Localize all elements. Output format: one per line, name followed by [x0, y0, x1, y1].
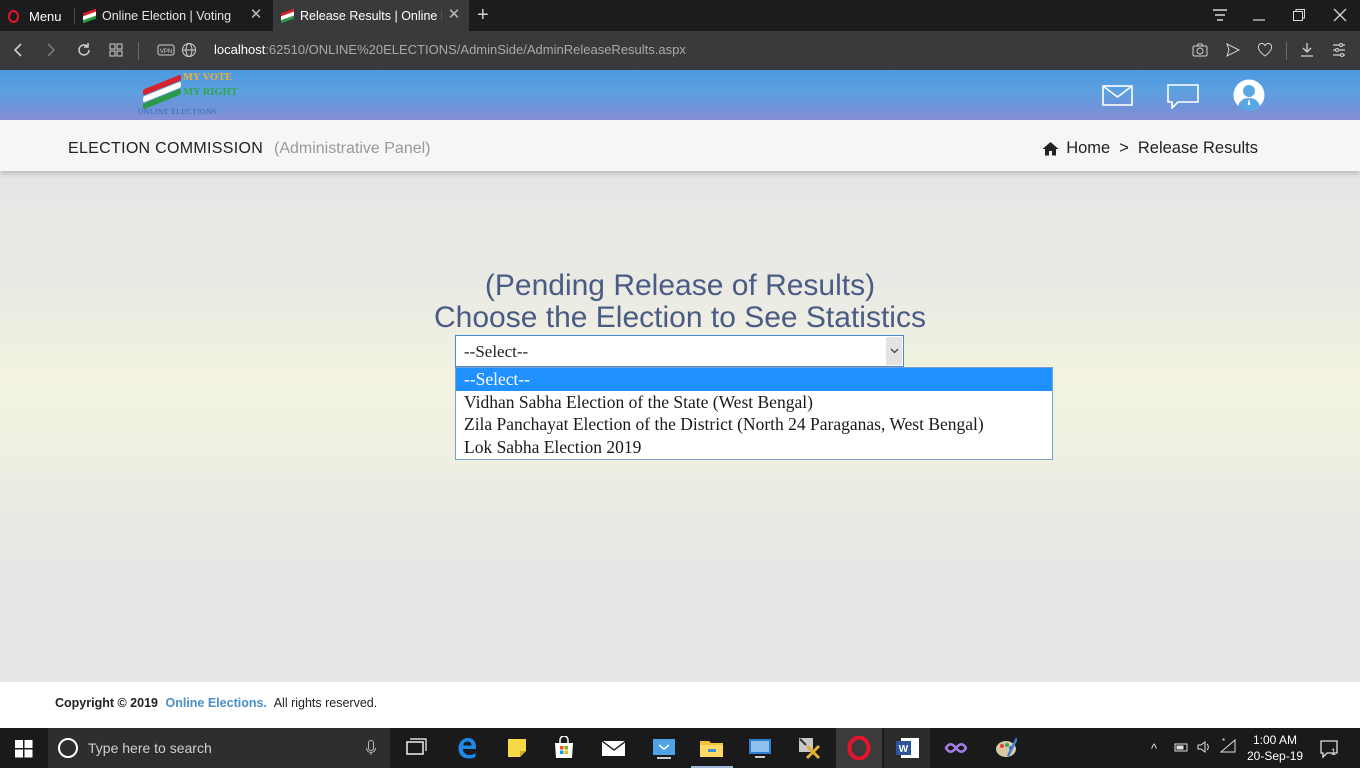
restore-icon[interactable]	[1292, 8, 1306, 22]
close-tab-icon[interactable]: ✕	[447, 7, 461, 22]
taskbar-search-box[interactable]: Type here to search	[48, 728, 390, 768]
sticky-notes-icon[interactable]	[505, 736, 529, 760]
address-bar: VPN localhost:62510/ONLINE%20ELECTIONS/A…	[0, 31, 1360, 70]
breadcrumb-bar: ELECTION COMMISSION (Administrative Pane…	[0, 120, 1360, 171]
paint-icon[interactable]	[993, 736, 1017, 760]
election-dropdown-list: --Select-- Vidhan Sabha Election of the …	[455, 367, 1053, 460]
url-field[interactable]: localhost:62510/ONLINE%20ELECTIONS/Admin…	[214, 42, 686, 57]
logo-line1: MY VOTE	[183, 72, 233, 83]
snapshot-icon[interactable]	[1192, 42, 1208, 58]
clock-time: 1:00 AM	[1253, 733, 1298, 747]
svg-text:W: W	[899, 744, 909, 755]
logo-line3: ONLINE ELECTIONS	[138, 107, 217, 116]
globe-icon	[182, 43, 196, 57]
vpn-icon[interactable]: VPN	[157, 44, 175, 56]
opera-logo-icon	[8, 9, 19, 23]
notification-count-badge: 1	[1331, 747, 1337, 757]
back-icon[interactable]	[12, 42, 24, 58]
rights-text: All rights reserved.	[273, 696, 378, 710]
flag-favicon-icon	[83, 8, 96, 23]
wifi-icon[interactable]: *	[1219, 738, 1239, 754]
task-view-icon[interactable]	[404, 736, 428, 760]
election-select[interactable]: --Select--	[455, 335, 904, 367]
close-window-icon[interactable]	[1333, 8, 1347, 22]
edge-icon[interactable]	[455, 736, 479, 760]
pending-heading: (Pending Release of Results)	[484, 269, 876, 302]
taskbar-clock[interactable]: 1:00 AM 20-Sep-19	[1247, 732, 1303, 764]
svg-text:*: *	[1222, 738, 1225, 746]
microphone-icon[interactable]	[366, 740, 376, 756]
menu-label: Menu	[29, 8, 62, 24]
remote-desktop-icon[interactable]	[747, 736, 771, 760]
taskbar-search-placeholder: Type here to search	[88, 740, 212, 756]
easy-setup-icon[interactable]	[1332, 42, 1346, 58]
battery-icon[interactable]	[1173, 740, 1189, 754]
notifications-icon[interactable]	[1319, 739, 1341, 759]
store-icon[interactable]	[552, 736, 576, 760]
election-option[interactable]: Vidhan Sabha Election of the State (West…	[456, 391, 1052, 414]
chevron-up-icon[interactable]: ^	[1151, 741, 1157, 756]
reload-icon[interactable]	[76, 42, 92, 58]
new-tab-icon[interactable]: +	[477, 4, 489, 27]
breadcrumb-separator: >	[1119, 139, 1129, 157]
election-option[interactable]: --Select--	[456, 368, 1052, 391]
forward-icon[interactable]	[45, 42, 57, 58]
close-tab-icon[interactable]: ✕	[249, 7, 263, 22]
download-icon[interactable]	[1299, 42, 1315, 58]
flag-favicon-icon	[281, 8, 294, 23]
browser-tab-bar: Menu Online Election | Voting ✕ Release …	[0, 0, 1360, 31]
visual-studio-icon[interactable]	[943, 736, 967, 760]
site-logo[interactable]: MY VOTE MY RIGHT ONLINE ELECTIONS	[137, 72, 247, 118]
copyright-text: Copyright © 2019	[55, 696, 158, 710]
opera-taskbar-icon[interactable]	[847, 736, 871, 760]
user-avatar-icon[interactable]	[1233, 79, 1265, 111]
mail-icon[interactable]	[1102, 85, 1133, 106]
tab-menu-icon[interactable]	[1212, 8, 1228, 22]
page-brand-subtitle: (Administrative Panel)	[274, 140, 431, 157]
clock-date: 20-Sep-19	[1247, 749, 1304, 763]
send-icon[interactable]	[1225, 42, 1241, 58]
windows-start-icon[interactable]	[15, 740, 33, 758]
sql-tools-icon[interactable]	[797, 736, 821, 760]
mail-app-icon[interactable]	[601, 736, 625, 760]
breadcrumb-home-link[interactable]: Home	[1066, 139, 1110, 158]
site-footer: Copyright © 2019 Online Elections. All r…	[0, 682, 1360, 728]
cortana-icon	[58, 738, 78, 758]
minimize-icon[interactable]	[1252, 8, 1266, 22]
tab-release-results[interactable]: Release Results | Online Ele	[273, 0, 469, 31]
chat-icon[interactable]	[1167, 84, 1199, 109]
svg-text:VPN: VPN	[160, 49, 172, 55]
speed-dial-icon[interactable]	[108, 42, 124, 58]
election-option[interactable]: Lok Sabha Election 2019	[456, 436, 1052, 459]
election-select-value: --Select--	[464, 342, 529, 361]
opera-menu-button[interactable]: Menu	[8, 7, 62, 25]
choose-election-heading: Choose the Election to See Statistics	[434, 301, 926, 334]
file-explorer-icon[interactable]	[699, 736, 723, 760]
page-brand: ELECTION COMMISSION	[68, 140, 264, 157]
site-header: MY VOTE MY RIGHT ONLINE ELECTIONS	[0, 70, 1360, 120]
election-option[interactable]: Zila Panchayat Election of the District …	[456, 413, 1052, 436]
footer-site-link[interactable]: Online Elections.	[165, 696, 266, 710]
home-icon	[1042, 142, 1059, 156]
breadcrumb: Home > Release Results	[1042, 139, 1258, 158]
logo-line2: MY RIGHT	[183, 87, 238, 98]
volume-icon[interactable]	[1196, 740, 1212, 754]
visual-studio-installer-icon[interactable]	[651, 736, 675, 760]
heart-icon[interactable]	[1257, 42, 1273, 58]
tab-online-election-voting[interactable]: Online Election | Voting	[75, 0, 273, 31]
tab-title: Online Election | Voting	[102, 8, 232, 23]
main-content: (Pending Release of Results) Choose the …	[0, 171, 1360, 682]
footer-text: Copyright © 2019 Online Elections. All r…	[55, 696, 377, 710]
tab-title: Release Results | Online Ele	[300, 8, 442, 23]
windows-taskbar: Type here to search W ^ * 1:00 AM 20-Sep…	[0, 728, 1360, 768]
breadcrumb-current: Release Results	[1137, 139, 1258, 157]
word-icon[interactable]: W	[895, 736, 919, 760]
chevron-down-icon[interactable]	[886, 337, 902, 365]
